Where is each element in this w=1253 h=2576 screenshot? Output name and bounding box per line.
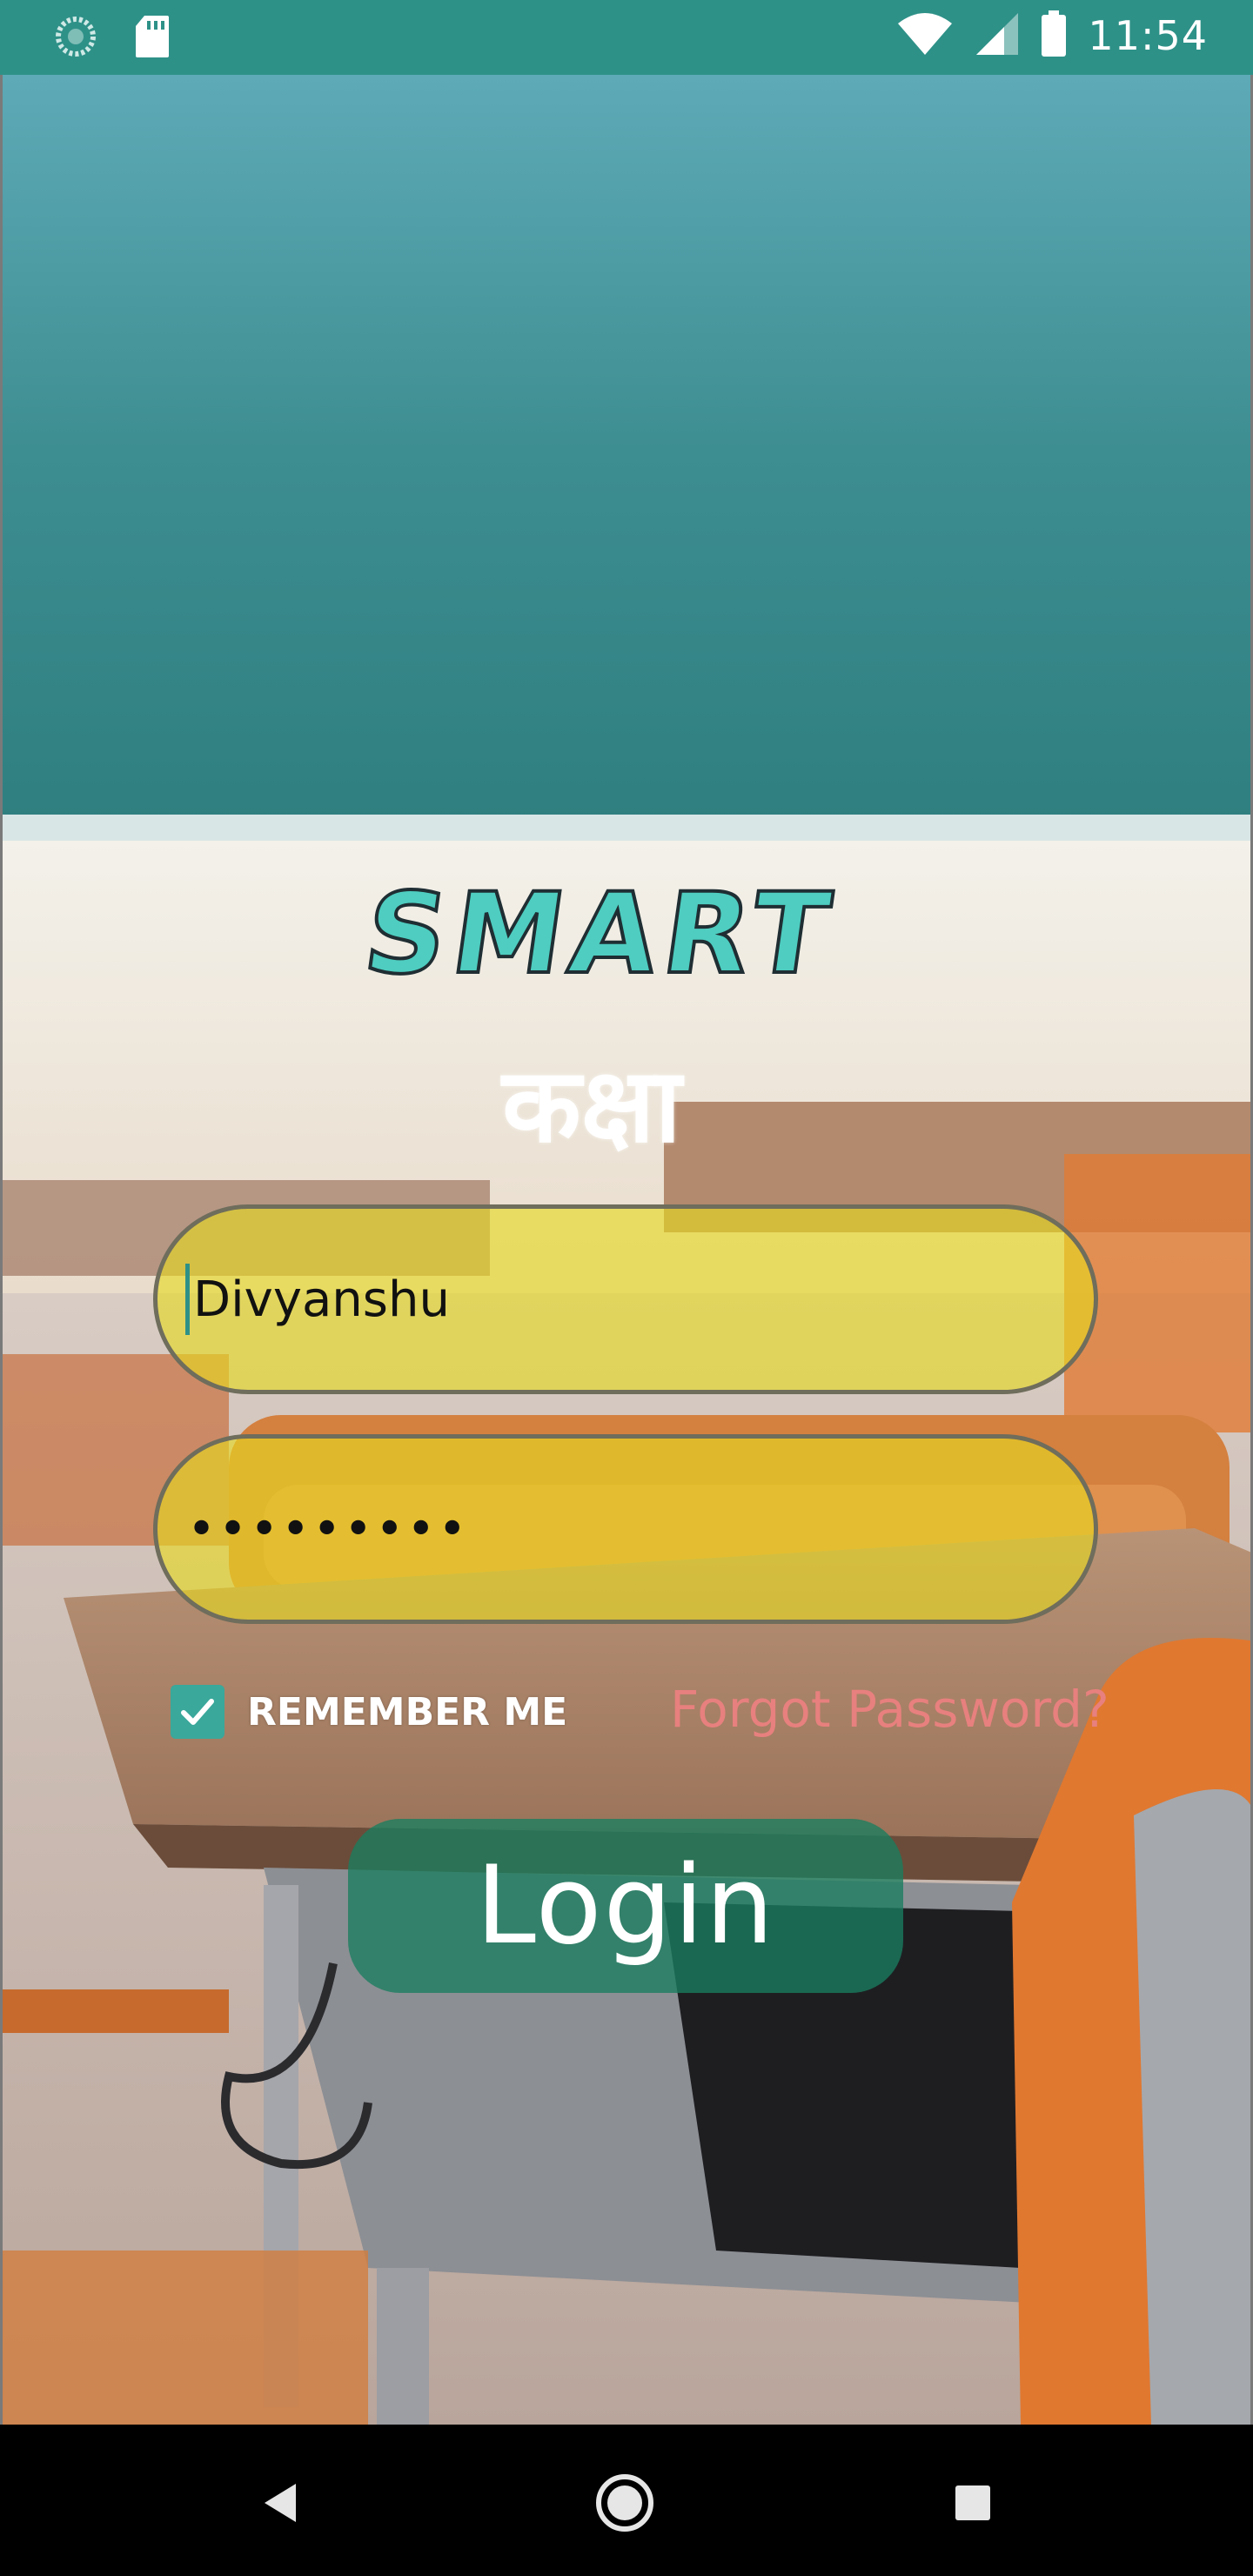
recents-icon	[955, 2485, 990, 2520]
sync-icon	[54, 15, 97, 62]
recents-button[interactable]	[938, 2468, 1008, 2538]
login-button[interactable]: Login	[348, 1819, 903, 1993]
username-field[interactable]	[153, 1204, 1098, 1394]
home-icon	[596, 2474, 653, 2532]
home-button[interactable]	[590, 2468, 660, 2538]
checkmark-icon	[181, 1699, 214, 1725]
username-input[interactable]	[191, 1270, 1068, 1329]
remember-me-row[interactable]: REMEMBER ME	[171, 1685, 567, 1739]
wifi-icon	[896, 11, 954, 60]
forgot-password-link[interactable]: Forgot Password?	[670, 1680, 1109, 1739]
remember-me-checkbox[interactable]	[171, 1685, 224, 1739]
remember-me-label[interactable]: REMEMBER ME	[247, 1690, 567, 1734]
sd-card-icon	[134, 14, 171, 63]
back-icon	[265, 2484, 296, 2522]
app-logo: SMART	[313, 868, 888, 1001]
battery-icon	[1041, 10, 1067, 61]
logo-text-hindi: कक्षा	[502, 1045, 681, 1165]
back-button[interactable]	[245, 2468, 315, 2538]
logo-text-smart: SMART	[355, 868, 846, 1001]
password-field[interactable]: •••••••••	[153, 1434, 1098, 1624]
clock: 11:54	[1088, 12, 1208, 59]
password-input[interactable]: •••••••••	[187, 1501, 469, 1558]
status-bar: 11:54	[0, 0, 1253, 75]
navigation-bar	[0, 2425, 1253, 2576]
text-cursor	[185, 1264, 190, 1335]
cell-signal-icon	[975, 11, 1020, 60]
